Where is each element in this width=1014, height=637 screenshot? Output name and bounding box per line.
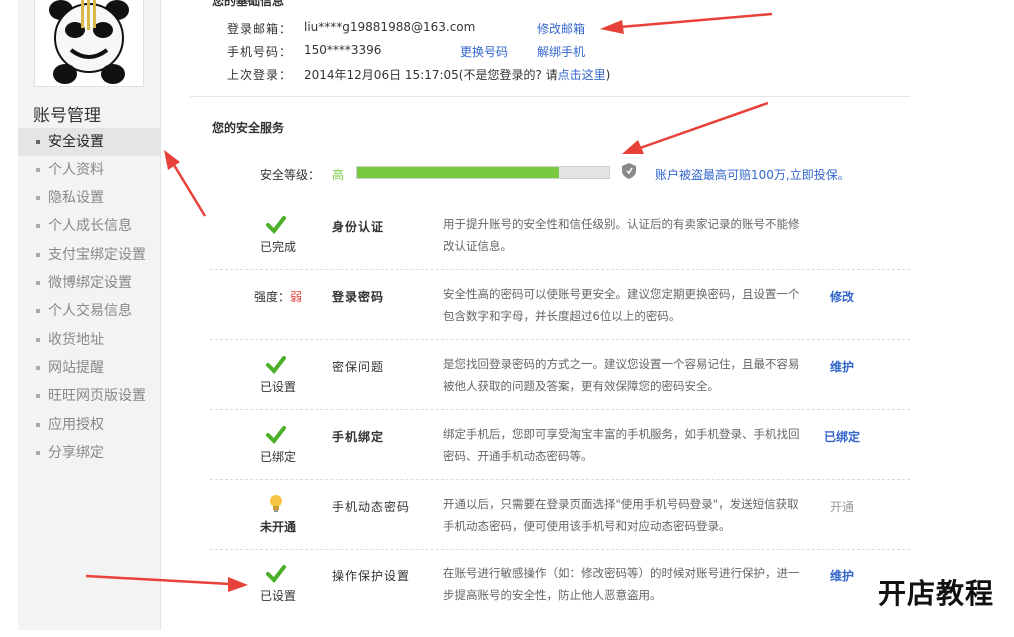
service-name: 操作保护设置 [332,569,411,583]
row-divider [210,409,910,410]
service-desc: 开通以后，只需要在登录页面选择"使用手机号码登录"，发送短信获取手机动态密码，便… [443,497,799,533]
check-icon [266,565,286,583]
bullet-icon [36,309,40,313]
check-icon [266,426,286,444]
check-icon [266,216,286,234]
bullet-icon [36,281,40,285]
bullet-icon [36,451,40,455]
sidebar-item-label: 隐私设置 [48,190,104,206]
sidebar-item-wangwang[interactable]: 旺旺网页版设置 [18,382,160,410]
sidebar-item-label: 旺旺网页版设置 [48,388,146,404]
sidebar-item-profile[interactable]: 个人资料 [18,156,160,184]
service-status: 已绑定 [259,450,296,464]
password-strength: 强度：弱 [248,288,308,305]
email-value: liu****g19881988@163.com [304,20,476,34]
change-email-link[interactable]: 修改邮箱 [537,20,585,37]
last-login-tail: ) [605,68,611,82]
last-login-value: 2014年12月06日 15:17:05(不是您登录的? 请点击这里) [304,66,610,83]
row-divider [210,339,910,340]
sidebar-item-address[interactable]: 收货地址 [18,326,160,354]
service-name: 身份认证 [332,220,385,234]
bullet-icon [36,140,40,144]
watermark-text: 开店教程 [878,577,995,610]
sidebar-item-label: 网站提醒 [48,360,104,376]
basic-info-title: 您的基础信息 [212,0,285,8]
sidebar-item-security[interactable]: 安全设置 [18,128,160,156]
email-label: 登录邮箱： [227,22,293,36]
sidebar-item-label: 支付宝绑定设置 [48,247,146,263]
bullet-icon [36,423,40,427]
sidebar-item-weibo[interactable]: 微博绑定设置 [18,269,160,297]
phone-value: 150****3396 [304,43,382,57]
modify-password-button[interactable]: 修改 [830,288,854,305]
service-desc: 安全性高的密码可以使账号更安全。建议您定期更换密码，且设置一个包含数字和字母，并… [443,287,800,323]
security-level-label: 安全等级： [260,168,321,182]
last-login-text: 2014年12月06日 15:17:05(不是您登录的? 请 [304,68,558,82]
row-divider [210,479,910,480]
security-level-bar [356,166,610,179]
service-name: 登录密码 [332,290,385,304]
service-status: 已完成 [259,240,296,254]
insurance-link[interactable]: 账户被盗最高可赔100万,立即投保。 [655,166,850,183]
account-management-title: 账号管理 [33,106,101,126]
sidebar-item-privacy[interactable]: 隐私设置 [18,184,160,212]
click-here-link[interactable]: 点击这里 [558,68,606,82]
main-content: 您的基础信息 登录邮箱： liu****g19881988@163.com 修改… [190,0,910,637]
check-icon [266,356,286,374]
row-divider [210,549,910,550]
bullet-icon [36,224,40,228]
phone-label: 手机号码： [227,45,293,59]
service-name: 手机绑定 [332,430,385,444]
service-desc: 在账号进行敏感操作（如：修改密码等）的时候对账号进行保护，进一步提高账号的安全性… [443,566,800,602]
sidebar-item-alipay[interactable]: 支付宝绑定设置 [18,241,160,269]
sidebar-item-label: 个人成长信息 [48,218,132,234]
service-status: 已设置 [259,380,296,394]
security-level-fill [357,167,559,178]
sidebar-item-label: 应用授权 [48,417,104,433]
bullet-icon [36,253,40,257]
sidebar-item-reminder[interactable]: 网站提醒 [18,354,160,382]
sidebar-item-app-auth[interactable]: 应用授权 [18,411,160,439]
service-name: 密保问题 [332,360,385,374]
change-phone-link[interactable]: 更换号码 [460,43,508,60]
sidebar-item-growth[interactable]: 个人成长信息 [18,212,160,240]
sidebar-item-label: 分享绑定 [48,445,104,461]
service-name: 手机动态密码 [332,500,411,514]
security-level-value: 高 [332,168,345,182]
strength-value: 弱 [290,290,303,304]
bullet-icon [36,196,40,200]
sidebar-item-label: 安全设置 [48,134,104,150]
enable-dynamic-password-button[interactable]: 开通 [830,498,854,515]
sidebar-item-label: 微博绑定设置 [48,275,132,291]
sidebar-item-label: 个人资料 [48,162,104,178]
maintain-question-button[interactable]: 维护 [830,358,854,375]
divider [190,96,910,97]
sidebar-item-share[interactable]: 分享绑定 [18,439,160,467]
last-login-label: 上次登录： [227,68,293,82]
bullet-icon [36,394,40,398]
phone-bound-button[interactable]: 已绑定 [824,428,860,445]
service-desc: 绑定手机后，您即可享受淘宝丰富的手机服务，如手机登录、手机找回密码、开通手机动态… [443,427,800,463]
bulb-icon [270,495,282,512]
sidebar: 账号管理 安全设置 个人资料 隐私设置 个人成长信息 支付宝绑定设置 微博绑定设… [18,0,161,630]
bullet-icon [36,366,40,370]
shield-icon [622,163,636,179]
sidebar-item-label: 收货地址 [48,332,104,348]
service-desc: 是您找回登录密码的方式之一。建议您设置一个容易记住，且最不容易被他人获取的问题及… [443,357,800,393]
avatar[interactable] [34,0,144,87]
row-divider [210,269,910,270]
maintain-protection-button[interactable]: 维护 [830,567,854,584]
strength-label: 强度： [253,290,290,304]
unbind-phone-link[interactable]: 解绑手机 [537,43,585,60]
bullet-icon [36,168,40,172]
service-status: 已设置 [259,589,296,603]
security-services-title: 您的安全服务 [212,121,285,135]
panda-avatar-icon [49,0,129,84]
sidebar-item-label: 个人交易信息 [48,303,132,319]
bullet-icon [36,338,40,342]
arrow-head [164,150,180,170]
service-status: 未开通 [259,520,296,534]
sidebar-item-trade[interactable]: 个人交易信息 [18,297,160,325]
service-desc: 用于提升账号的安全性和信任级别。认证后的有卖家记录的账号不能修改认证信息。 [443,217,800,253]
